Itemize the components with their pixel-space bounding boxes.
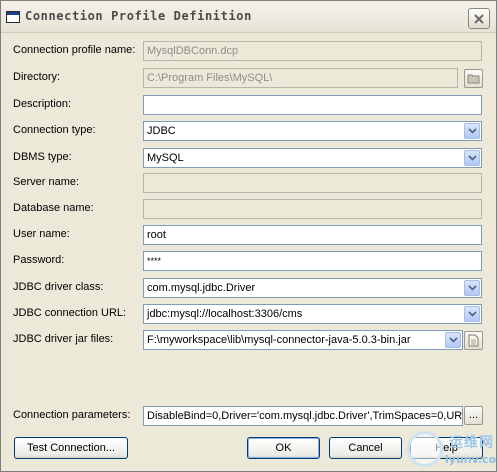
description-input[interactable] <box>143 95 482 115</box>
password-input[interactable]: **** <box>143 251 482 271</box>
user-name-label: User name: <box>13 228 70 240</box>
database-name-field <box>143 199 482 219</box>
driver-class-dropdown-button[interactable] <box>464 280 480 296</box>
cancel-button[interactable]: Cancel <box>329 437 402 459</box>
window-icon <box>6 11 20 23</box>
chevron-down-icon <box>448 337 458 343</box>
dbms-type-dropdown-button[interactable] <box>464 150 480 166</box>
watermark-line1: 运维网 <box>449 435 494 451</box>
database-name-label: Database name: <box>13 202 94 214</box>
driver-jar-browse-button[interactable] <box>464 331 483 350</box>
connection-type-value: JDBC <box>147 125 176 137</box>
connection-type-dropdown-button[interactable] <box>464 123 480 139</box>
chevron-down-icon <box>467 128 477 134</box>
driver-jar-label: JDBC driver jar files: <box>13 333 114 345</box>
connection-url-select[interactable]: jdbc:mysql://localhost:3306/cms <box>143 304 482 324</box>
server-name-field <box>143 173 482 193</box>
folder-icon <box>467 74 480 84</box>
chevron-down-icon <box>467 285 477 291</box>
connection-url-dropdown-button[interactable] <box>464 306 480 322</box>
description-label: Description: <box>13 98 72 110</box>
driver-jar-dropdown-button[interactable] <box>445 332 461 348</box>
connection-parameters-input[interactable]: DisableBind=0,Driver='com.mysql.jdbc.Dri… <box>143 406 463 426</box>
browse-file-icon <box>468 334 479 347</box>
password-label: Password: <box>13 254 65 266</box>
driver-jar-value: F:\myworkspace\lib\mysql-connector-java-… <box>147 334 411 346</box>
driver-class-label: JDBC driver class: <box>13 281 104 293</box>
connection-parameters-label: Connection parameters: <box>13 409 131 421</box>
chevron-down-icon <box>467 311 477 317</box>
directory-field: C:\Program Files\MySQL\ <box>143 68 458 88</box>
driver-class-select[interactable]: com.mysql.jdbc.Driver <box>143 278 482 298</box>
connection-type-select[interactable]: JDBC <box>143 121 482 141</box>
connection-parameters-edit-button[interactable]: ... <box>464 406 483 425</box>
dialog-title: Connection Profile Definition <box>25 9 252 23</box>
driver-class-value: com.mysql.jdbc.Driver <box>147 282 256 294</box>
title-bar[interactable]: Connection Profile Definition <box>1 1 496 33</box>
profile-name-field: MysqlDBConn.dcp <box>143 41 482 61</box>
dbms-type-label: DBMS type: <box>13 151 72 163</box>
watermark-line2: iyunv.com <box>445 453 497 466</box>
chevron-down-icon <box>467 155 477 161</box>
dbms-type-select[interactable]: MySQL <box>143 148 482 168</box>
user-name-input[interactable]: root <box>143 225 482 245</box>
close-button[interactable] <box>468 8 490 29</box>
directory-browse-button[interactable] <box>464 69 483 88</box>
connection-profile-dialog: Connection Profile Definition Connection… <box>0 0 497 472</box>
test-connection-button[interactable]: Test Connection... <box>14 437 128 459</box>
watermark-logo-icon <box>407 431 443 467</box>
profile-name-label: Connection profile name: <box>13 44 136 56</box>
connection-url-value: jdbc:mysql://localhost:3306/cms <box>147 308 303 320</box>
driver-jar-select[interactable]: F:\myworkspace\lib\mysql-connector-java-… <box>143 330 463 350</box>
close-icon <box>474 13 484 24</box>
site-watermark: 运维网 iyunv.com <box>405 429 497 471</box>
directory-label: Directory: <box>13 71 61 83</box>
ok-button[interactable]: OK <box>247 437 320 459</box>
server-name-label: Server name: <box>13 176 80 188</box>
connection-url-label: JDBC connection URL: <box>13 307 127 319</box>
connection-type-label: Connection type: <box>13 124 96 136</box>
dbms-type-value: MySQL <box>147 152 184 164</box>
